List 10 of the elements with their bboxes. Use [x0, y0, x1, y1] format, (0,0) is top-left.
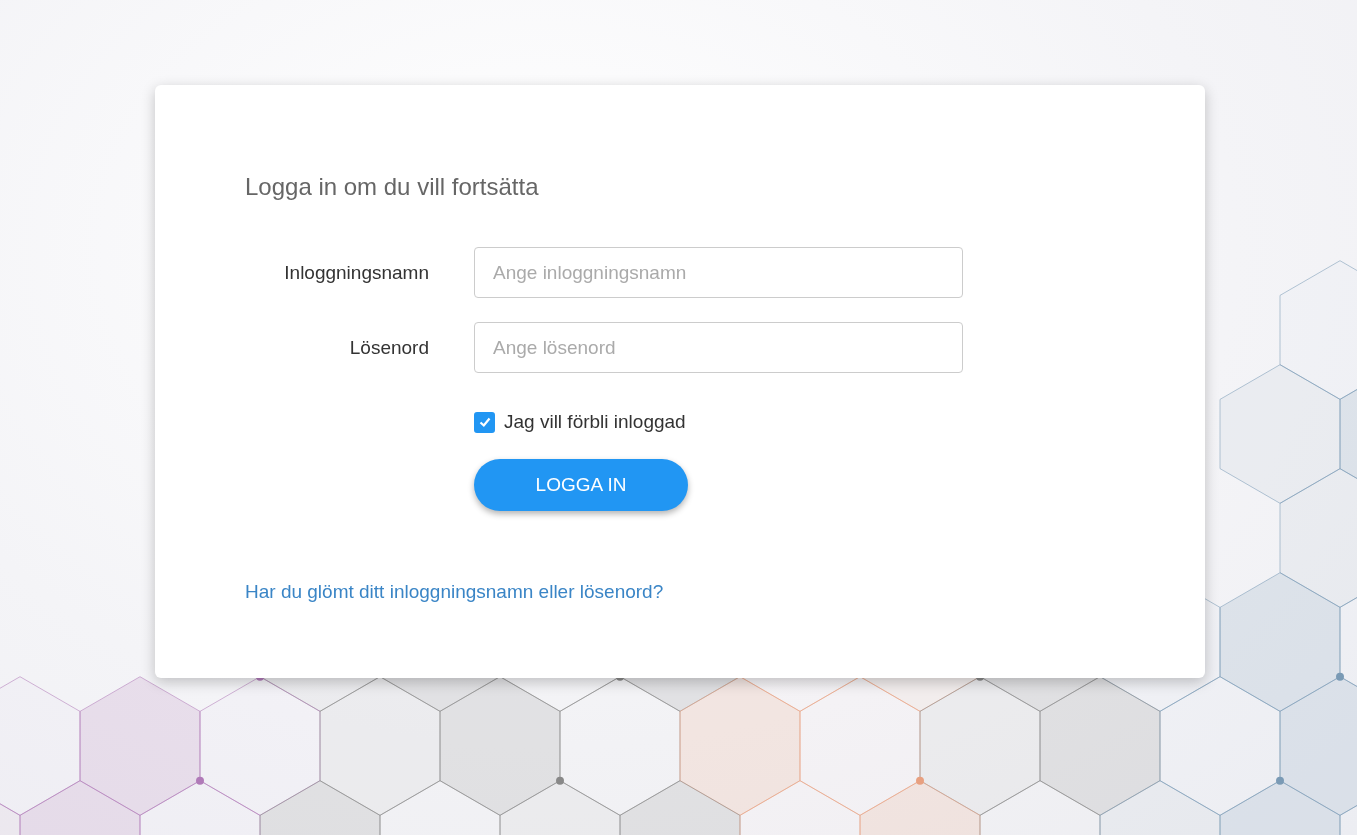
login-button[interactable]: LOGGA IN — [474, 459, 688, 511]
checkmark-icon — [477, 415, 492, 429]
forgot-credentials-link[interactable]: Har du glömt ditt inloggningsnamn eller lösenord? — [245, 581, 664, 603]
username-field[interactable]: Ange inloggningsnamn — [474, 247, 963, 298]
remember-checkbox[interactable] — [474, 411, 495, 433]
field-label: Inloggningsnamn — [283, 261, 429, 284]
password-field[interactable]: Ange lösenord — [474, 322, 963, 373]
field-label: Lösenord — [348, 336, 429, 359]
checkbox-label: Jag vill förbli inloggad — [504, 411, 686, 433]
form-heading: Logga in om du vill fortsätta — [245, 173, 539, 201]
